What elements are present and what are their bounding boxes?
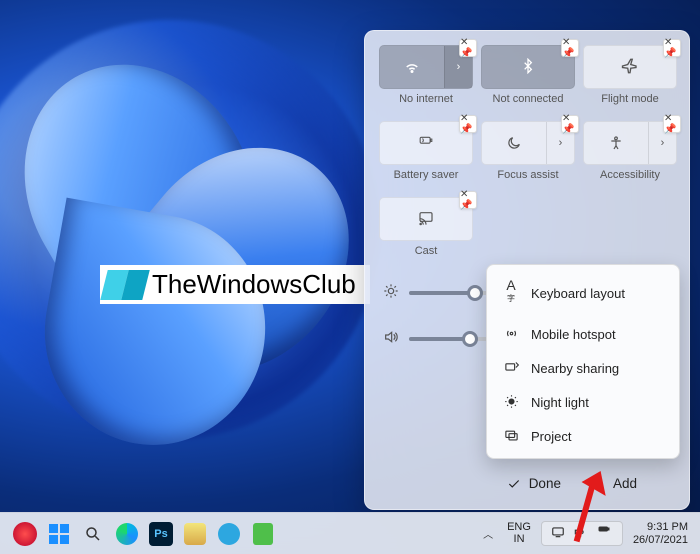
clock-date: 26/07/2021 bbox=[633, 534, 688, 547]
volume-icon bbox=[383, 329, 399, 349]
taskbar-left: Ps bbox=[0, 519, 278, 549]
wifi-icon bbox=[380, 58, 444, 76]
tile-wifi[interactable]: ✕📌 › No internet bbox=[379, 45, 473, 107]
desktop-wallpaper: TheWindowsClub ✕📌 › No internet ✕📌 bbox=[0, 0, 700, 554]
menu-item-label: Night light bbox=[531, 395, 589, 410]
unpin-icon[interactable]: ✕📌 bbox=[663, 39, 681, 57]
unpin-icon[interactable]: ✕📌 bbox=[561, 115, 579, 133]
unpin-icon[interactable]: ✕📌 bbox=[459, 39, 477, 57]
cleaner-icon[interactable] bbox=[180, 519, 210, 549]
language-switcher[interactable]: ENG IN bbox=[507, 522, 531, 545]
keyboard-layout-icon: A字 bbox=[503, 277, 519, 310]
tile-cast[interactable]: ✕📌 Cast bbox=[379, 197, 473, 259]
tile-label: Accessibility bbox=[600, 169, 660, 183]
menu-item-label: Nearby sharing bbox=[531, 361, 619, 376]
tile-row: ✕📌 › No internet ✕📌 Not connected ✕📌 bbox=[379, 45, 675, 107]
tile-label: Battery saver bbox=[394, 169, 459, 183]
lang-line2: IN bbox=[514, 534, 525, 546]
tile-bluetooth[interactable]: ✕📌 Not connected bbox=[481, 45, 575, 107]
clock[interactable]: 9:31 PM 26/07/2021 bbox=[633, 521, 688, 546]
opera-icon[interactable] bbox=[10, 519, 40, 549]
panel-actions: Done Add bbox=[379, 468, 675, 495]
tile-label: Flight mode bbox=[601, 93, 658, 107]
done-button[interactable]: Done bbox=[507, 476, 561, 491]
add-item-night-light[interactable]: Night light bbox=[491, 386, 675, 420]
mobile-hotspot-icon bbox=[503, 326, 519, 344]
menu-item-label: Project bbox=[531, 429, 571, 444]
menu-item-label: Mobile hotspot bbox=[531, 327, 616, 342]
tile-row: ✕📌 Battery saver ✕📌 › Focus assist ✕📌 bbox=[379, 121, 675, 183]
watermark-text: TheWindowsClub bbox=[152, 269, 356, 300]
tray-overflow-icon[interactable]: ︿ bbox=[479, 526, 497, 541]
tile-flight-mode[interactable]: ✕📌 Flight mode bbox=[583, 45, 677, 107]
tile-label: Focus assist bbox=[497, 169, 558, 183]
watermark-logo-icon bbox=[104, 270, 146, 300]
battery-saver-icon bbox=[416, 135, 436, 152]
spreadsheet-icon[interactable] bbox=[248, 519, 278, 549]
edge-icon[interactable] bbox=[112, 519, 142, 549]
moon-icon bbox=[482, 135, 546, 151]
clock-time: 9:31 PM bbox=[647, 521, 688, 534]
start-button[interactable] bbox=[44, 519, 74, 549]
nearby-sharing-icon bbox=[503, 360, 519, 378]
site-watermark: TheWindowsClub bbox=[100, 265, 370, 304]
menu-item-label: Keyboard layout bbox=[531, 286, 625, 301]
add-item-mobile-hotspot[interactable]: Mobile hotspot bbox=[491, 318, 675, 352]
unpin-icon[interactable]: ✕📌 bbox=[663, 115, 681, 133]
unpin-icon[interactable]: ✕📌 bbox=[459, 191, 477, 209]
unpin-icon[interactable]: ✕📌 bbox=[561, 39, 579, 57]
tile-battery-saver[interactable]: ✕📌 Battery saver bbox=[379, 121, 473, 183]
add-menu-flyout: A字 Keyboard layout Mobile hotspot Nearby… bbox=[486, 264, 680, 459]
tile-accessibility[interactable]: ✕📌 › Accessibility bbox=[583, 121, 677, 183]
tile-label: No internet bbox=[399, 93, 453, 107]
unpin-icon[interactable]: ✕📌 bbox=[459, 115, 477, 133]
brightness-icon bbox=[383, 283, 399, 303]
tile-row: ✕📌 Cast bbox=[379, 197, 675, 259]
project-icon bbox=[503, 428, 519, 446]
bluetooth-icon bbox=[520, 58, 536, 77]
tile-focus-assist[interactable]: ✕📌 › Focus assist bbox=[481, 121, 575, 183]
add-label: Add bbox=[613, 476, 637, 491]
tile-label: Cast bbox=[415, 245, 438, 259]
photoshop-icon[interactable]: Ps bbox=[146, 519, 176, 549]
cast-icon bbox=[417, 210, 435, 229]
add-item-project[interactable]: Project bbox=[491, 420, 675, 454]
search-icon[interactable] bbox=[78, 519, 108, 549]
accessibility-icon bbox=[584, 135, 648, 151]
airplane-icon bbox=[621, 57, 639, 78]
night-light-icon bbox=[503, 394, 519, 412]
lang-line1: ENG bbox=[507, 522, 531, 534]
add-item-keyboard-layout[interactable]: A字 Keyboard layout bbox=[491, 269, 675, 318]
telegram-icon[interactable] bbox=[214, 519, 244, 549]
tile-label: Not connected bbox=[493, 93, 564, 107]
add-item-nearby-sharing[interactable]: Nearby sharing bbox=[491, 352, 675, 386]
